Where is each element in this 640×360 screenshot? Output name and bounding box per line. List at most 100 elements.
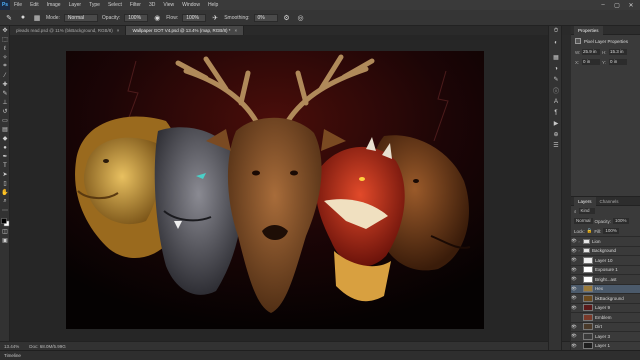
menu-filter[interactable]: Filter: [126, 0, 145, 10]
close-icon[interactable]: ×: [117, 28, 120, 33]
path-select-tool-icon[interactable]: ➤: [0, 170, 10, 179]
history-brush-icon[interactable]: ↺: [0, 107, 10, 116]
menu-type[interactable]: Type: [85, 0, 104, 10]
layer-row[interactable]: 👁 Layer 9: [571, 302, 640, 313]
brush-panel-icon[interactable]: ▦: [32, 13, 42, 23]
eraser-tool-icon[interactable]: ▭: [0, 116, 10, 125]
screen-mode-icon[interactable]: ▣: [0, 236, 10, 245]
dodge-tool-icon[interactable]: ●: [0, 143, 10, 152]
color-swatches-icon[interactable]: [0, 218, 10, 227]
layer-row[interactable]: 👁 bkBackground: [571, 293, 640, 303]
info-icon[interactable]: ⓘ: [549, 85, 563, 96]
eye-icon[interactable]: 👁: [571, 276, 577, 282]
brush-settings-icon[interactable]: ✎: [549, 74, 563, 85]
photoshop-logo-icon[interactable]: Ps: [0, 0, 10, 10]
maximize-icon[interactable]: ▢: [610, 0, 624, 10]
pen-tool-icon[interactable]: ✒: [0, 152, 10, 161]
marquee-tool-icon[interactable]: ⬚: [0, 35, 10, 44]
adjustments-icon[interactable]: ◑: [549, 63, 563, 74]
layer-row[interactable]: 👁 Bright...ast: [571, 274, 640, 284]
tab-properties[interactable]: Properties: [574, 25, 603, 35]
crop-tool-icon[interactable]: ⌗: [0, 62, 10, 71]
layer-row[interactable]: 👁 Hex: [571, 283, 640, 293]
layer-row[interactable]: 👁 Layer 1: [571, 340, 640, 351]
layer-row[interactable]: 👁 Dirt: [571, 321, 640, 332]
width-field[interactable]: 25.9 in: [582, 49, 600, 55]
eye-icon[interactable]: 👁: [571, 267, 577, 273]
layer-row[interactable]: 👁 Layer 10: [571, 255, 640, 265]
artwork-canvas[interactable]: [66, 51, 484, 329]
layer-row[interactable]: 👁 Layer 3: [571, 331, 640, 341]
gradient-tool-icon[interactable]: ▤: [0, 125, 10, 134]
x-field[interactable]: 0 in: [582, 59, 600, 65]
layer-row[interactable]: 👁 Exposure 1: [571, 264, 640, 275]
brush-tool-icon[interactable]: ✎: [4, 13, 14, 23]
close-icon[interactable]: ✕: [624, 0, 638, 10]
type-tool-icon[interactable]: T: [0, 161, 10, 170]
eye-icon[interactable]: 👁: [571, 305, 577, 311]
blur-tool-icon[interactable]: ◆: [0, 134, 10, 143]
mode-select[interactable]: Normal: [63, 13, 98, 22]
layer-kind-filter[interactable]: Kind: [578, 208, 595, 214]
timeline-panel-tab[interactable]: Timeline: [0, 350, 640, 360]
zoom-tool-icon[interactable]: ⌕: [0, 197, 10, 206]
eye-icon[interactable]: 👁: [571, 295, 577, 301]
tab-document-2[interactable]: Wallpaper GOT V4.psd @ 13.4% (map, RGB/8…: [126, 26, 245, 35]
zoom-level[interactable]: 13.44%: [4, 344, 19, 349]
layer-row[interactable]: 👁 › Background: [571, 245, 640, 256]
character-icon[interactable]: A: [549, 96, 563, 107]
eye-icon[interactable]: 👁: [571, 257, 577, 263]
height-field[interactable]: 15.3 in: [609, 49, 627, 55]
gear-icon[interactable]: ⚙: [282, 13, 292, 23]
quick-select-tool-icon[interactable]: ✧: [0, 53, 10, 62]
lasso-tool-icon[interactable]: ℓ: [0, 44, 10, 53]
layer-row[interactable]: 👁 › Lion: [571, 236, 640, 246]
lock-icon[interactable]: 🔒: [587, 228, 593, 234]
menu-view[interactable]: View: [159, 0, 178, 10]
shape-tool-icon[interactable]: ▯: [0, 179, 10, 188]
close-icon[interactable]: ×: [235, 28, 238, 33]
actions-icon[interactable]: ▶: [549, 118, 563, 129]
eyedropper-tool-icon[interactable]: ⁄: [0, 71, 10, 80]
hand-tool-icon[interactable]: ✋: [0, 188, 10, 197]
navigator-icon[interactable]: ⊕: [549, 129, 563, 140]
layer-opacity-field[interactable]: 100%: [613, 218, 630, 224]
tab-channels[interactable]: Channels: [596, 197, 623, 206]
pressure-opacity-icon[interactable]: ◉: [152, 13, 162, 23]
paragraph-icon[interactable]: ¶: [549, 107, 563, 118]
tab-document-1[interactable]: pleads read.psd @ 11% (bkBackground, RGB…: [10, 26, 127, 35]
smoothing-field[interactable]: 0%: [253, 13, 278, 22]
layer-row[interactable]: Emblem: [571, 312, 640, 322]
history-icon[interactable]: ⏱: [549, 26, 563, 37]
airbrush-icon[interactable]: ✈: [210, 13, 220, 23]
swatches-icon[interactable]: ▦: [549, 52, 563, 63]
menu-3d[interactable]: 3D: [145, 0, 159, 10]
y-field[interactable]: 0 in: [609, 59, 627, 65]
menu-file[interactable]: File: [10, 0, 26, 10]
stamp-tool-icon[interactable]: ⊥: [0, 98, 10, 107]
quick-mask-icon[interactable]: ◫: [0, 227, 10, 236]
menu-edit[interactable]: Edit: [26, 0, 43, 10]
eye-icon[interactable]: 👁: [571, 324, 577, 330]
properties-icon[interactable]: ☰: [549, 140, 563, 151]
menu-image[interactable]: Image: [43, 0, 65, 10]
blend-mode-select[interactable]: Normal: [574, 218, 593, 224]
move-tool-icon[interactable]: ✥: [0, 26, 10, 35]
minimize-icon[interactable]: –: [596, 0, 610, 10]
brush-preset-icon[interactable]: ●: [18, 13, 28, 23]
chevron-right-icon[interactable]: ›: [577, 248, 581, 253]
menu-help[interactable]: Help: [204, 0, 222, 10]
chevron-right-icon[interactable]: ›: [577, 239, 581, 244]
eye-icon[interactable]: 👁: [571, 333, 577, 339]
menu-select[interactable]: Select: [104, 0, 126, 10]
more-tools-icon[interactable]: ⋯: [0, 206, 10, 215]
opacity-field[interactable]: 100%: [124, 13, 149, 22]
eye-icon[interactable]: 👁: [571, 286, 577, 292]
canvas-area[interactable]: [10, 35, 548, 341]
tab-layers[interactable]: Layers: [574, 196, 596, 206]
menu-layer[interactable]: Layer: [65, 0, 86, 10]
color-panel-icon[interactable]: ◐: [549, 37, 563, 48]
healing-tool-icon[interactable]: ✚: [0, 80, 10, 89]
eye-icon[interactable]: 👁: [571, 343, 577, 349]
layer-fill-field[interactable]: 100%: [603, 228, 620, 234]
